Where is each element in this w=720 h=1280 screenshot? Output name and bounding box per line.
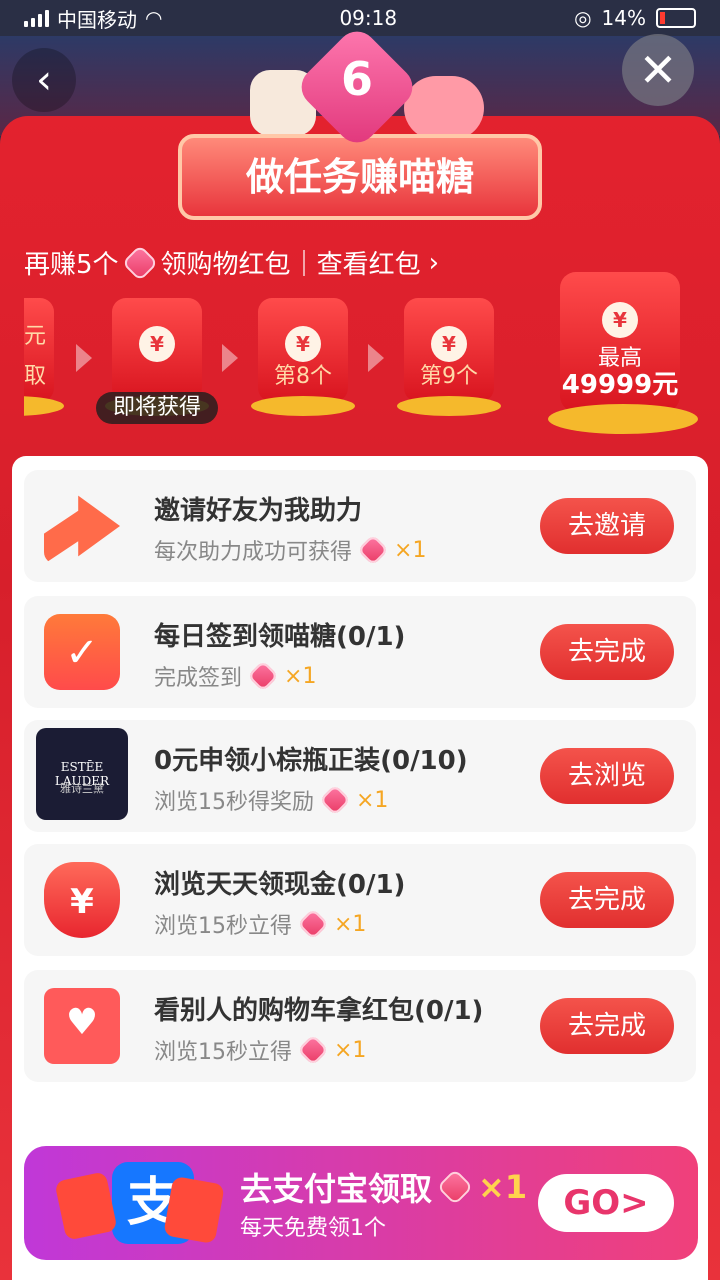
alipay-title: 去支付宝领取 ×1 (240, 1164, 527, 1210)
divider (302, 249, 305, 276)
task-subtitle: 浏览15秒立得 ×1 (154, 908, 366, 940)
progress-prefix: 再赚5个 (24, 250, 119, 280)
coming-soon-tag: 即将获得 (96, 392, 218, 424)
complete-button[interactable]: 去完成 (540, 872, 674, 928)
calendar-check-icon (44, 614, 120, 690)
back-button[interactable]: ‹ (12, 48, 76, 112)
progress-line: 再赚5个 领购物红包 查看红包 › (24, 244, 439, 281)
mascot-pig-icon (404, 76, 484, 140)
close-button[interactable]: ✕ (622, 34, 694, 106)
brand-name-cn: 雅诗兰黛 (60, 782, 104, 795)
carrier-label: 中国移动 (57, 7, 137, 32)
task-subtitle: 浏览15秒得奖励 ×1 (154, 784, 388, 816)
task-desc: 完成签到 (154, 666, 243, 691)
wifi-icon: ◠ (145, 6, 163, 30)
reward-track: 元 取 ¥ 即将获得 ¥ 第8个 ¥ 第9个 (24, 292, 528, 440)
task-desc: 每次助力成功可获得 (154, 540, 353, 565)
signal-icon (24, 9, 49, 27)
arrow-right-icon (222, 344, 238, 372)
reward-multiplier: ×1 (356, 787, 389, 813)
task-desc: 浏览15秒立得 (154, 1040, 292, 1065)
yuan-coin-icon: ¥ (431, 326, 467, 362)
alipay-subtitle: 每天免费领1个 (240, 1216, 386, 1241)
candy-gem-icon (297, 1034, 329, 1066)
task-item: 每日签到领喵糖(0/1) 完成签到 ×1 去完成 (24, 596, 696, 708)
money-bag-icon (44, 862, 120, 938)
battery-percent: 14% (601, 6, 646, 30)
share-arrow-icon (44, 495, 120, 564)
view-redpacket-link[interactable]: 查看红包 (317, 244, 421, 281)
go-button[interactable]: GO> (538, 1174, 674, 1232)
task-title: 看别人的购物车拿红包(0/1) (154, 996, 484, 1026)
candy-gem-icon (357, 534, 389, 566)
task-subtitle: 完成签到 ×1 (154, 660, 316, 692)
candy-gem-icon (436, 1168, 474, 1206)
alipay-title-text: 去支付宝领取 (240, 1170, 433, 1208)
reward-envelope: ¥ 第8个 (258, 298, 348, 402)
yuan-coin-icon: ¥ (139, 326, 175, 362)
candy-gem-icon (319, 784, 351, 816)
top-reward-amount: 49999元 (561, 370, 679, 400)
reward-multiplier: ×1 (478, 1168, 528, 1206)
reward-pedestal (397, 396, 501, 416)
task-desc: 浏览15秒得奖励 (154, 790, 314, 815)
reward-label: 第8个 (274, 364, 332, 389)
browse-button[interactable]: 去浏览 (540, 748, 674, 804)
reward-pedestal (24, 396, 64, 416)
task-item: ESTĒE LAUDER 雅诗兰黛 0元申领小棕瓶正装(0/10) 浏览15秒得… (24, 720, 696, 832)
estee-lauder-logo: ESTĒE LAUDER 雅诗兰黛 (36, 728, 128, 820)
reward-label: 元 (24, 324, 46, 349)
task-subtitle: 每次助力成功可获得 ×1 (154, 534, 426, 566)
reward-label: 第9个 (420, 364, 478, 389)
task-item: 浏览天天领现金(0/1) 浏览15秒立得 ×1 去完成 (24, 844, 696, 956)
complete-button[interactable]: 去完成 (540, 624, 674, 680)
task-item: 看别人的购物车拿红包(0/1) 浏览15秒立得 ×1 去完成 (24, 970, 696, 1082)
reward-envelope: ¥ (112, 298, 202, 402)
headphone-icon: ◎ (574, 6, 592, 30)
task-title: 浏览天天领现金(0/1) (154, 870, 406, 900)
invite-button[interactable]: 去邀请 (540, 498, 674, 554)
level-badge-number: 6 (340, 52, 373, 106)
task-title: 每日签到领喵糖(0/1) (154, 622, 406, 652)
candy-gem-icon (247, 660, 279, 692)
reward-multiplier: ×1 (334, 1037, 367, 1063)
top-reward-envelope: ¥ 最高 49999元 (560, 272, 680, 412)
yuan-coin-icon: ¥ (285, 326, 321, 362)
arrow-right-icon (368, 344, 384, 372)
arrow-right-icon (76, 344, 92, 372)
reward-multiplier: ×1 (394, 537, 427, 563)
task-title: 邀请好友为我助力 (154, 496, 363, 526)
task-subtitle: 浏览15秒立得 ×1 (154, 1034, 366, 1066)
yuan-coin-icon: ¥ (602, 302, 638, 338)
complete-button[interactable]: 去完成 (540, 998, 674, 1054)
task-title: 0元申领小棕瓶正装(0/10) (154, 746, 468, 776)
red-envelope-icon (163, 1175, 225, 1245)
reward-pedestal (251, 396, 355, 416)
progress-suffix: 领购物红包 (160, 250, 291, 280)
task-item: 邀请好友为我助力 每次助力成功可获得 ×1 去邀请 (24, 470, 696, 582)
shopping-cart-heart-icon (44, 988, 120, 1064)
reward-envelope: 元 取 (24, 298, 54, 402)
candy-gem-icon (297, 908, 329, 940)
battery-icon (656, 8, 696, 28)
reward-envelope: ¥ 第9个 (404, 298, 494, 402)
reward-sub: 取 (24, 364, 46, 389)
clock: 09:18 (339, 6, 398, 30)
candy-gem-icon (121, 244, 158, 281)
reward-pedestal (548, 404, 698, 434)
chevron-right-icon: › (428, 247, 439, 278)
reward-multiplier: ×1 (284, 663, 317, 689)
task-desc: 浏览15秒立得 (154, 914, 292, 939)
reward-multiplier: ×1 (334, 911, 367, 937)
panel-title: 做任务赚喵糖 (178, 134, 542, 220)
alipay-banner[interactable]: 支 去支付宝领取 ×1 每天免费领1个 GO> (24, 1146, 698, 1260)
